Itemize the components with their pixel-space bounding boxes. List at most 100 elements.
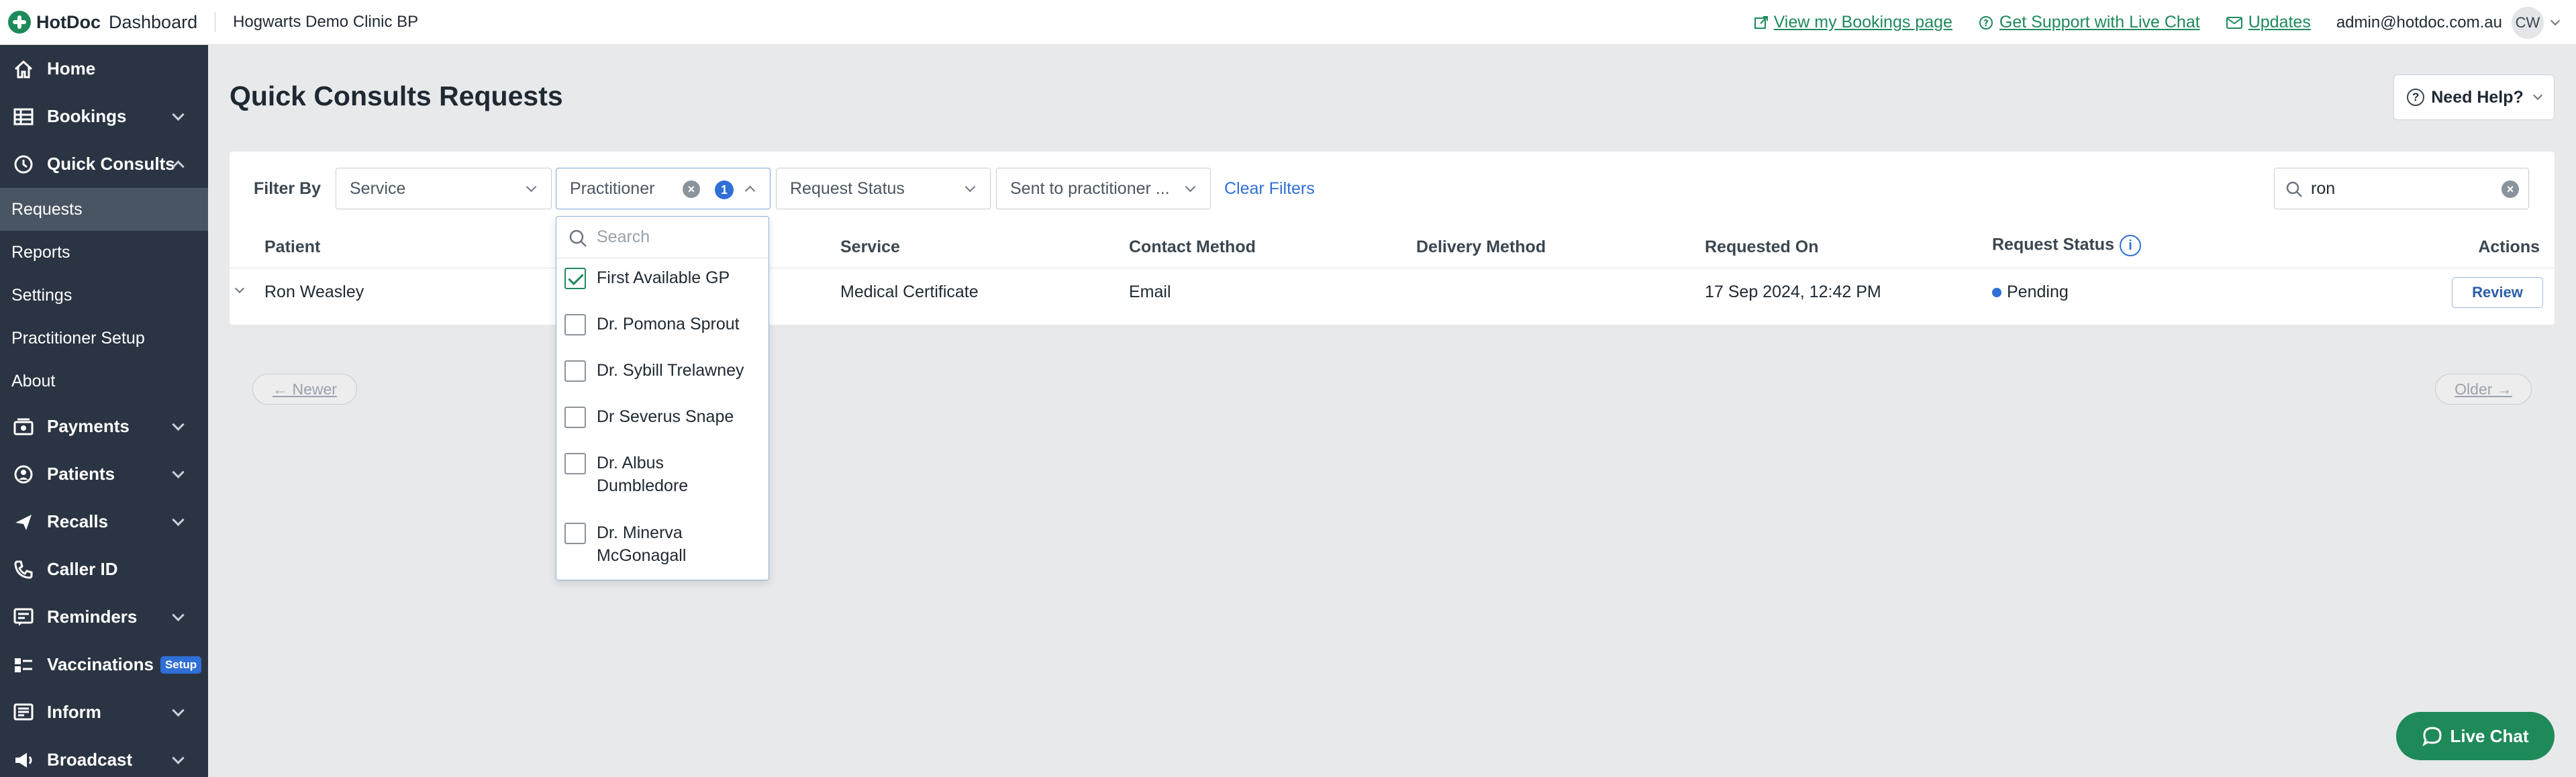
practitioner-option[interactable]: Dr. Sybill Trelawney: [556, 359, 769, 382]
chevron-down-icon: [172, 108, 185, 121]
chevron-up-icon: [744, 185, 756, 197]
column-header-service: Service: [840, 238, 900, 256]
column-header-requested-on: Requested On: [1705, 238, 1819, 256]
checkbox[interactable]: [564, 523, 586, 544]
quick-consults-icon: [12, 153, 35, 176]
sidebar-item-recalls[interactable]: Recalls: [0, 498, 208, 546]
selected-count-badge: 1: [715, 180, 734, 199]
newer-page-button[interactable]: ← Newer: [252, 374, 357, 405]
checkbox-checked[interactable]: [564, 268, 586, 289]
column-header-delivery-method: Delivery Method: [1416, 238, 1546, 256]
sidebar-item-label: Bookings: [47, 106, 127, 126]
practitioner-option[interactable]: Dr. Minerva McGonagall: [556, 521, 704, 567]
chevron-down-icon: [172, 752, 185, 764]
sidebar-subitem-practitioner-setup[interactable]: Practitioner Setup: [0, 317, 208, 360]
clear-selection-icon[interactable]: ×: [683, 180, 700, 198]
sidebar-item-quick-consults[interactable]: Quick Consults: [0, 140, 208, 188]
live-chat-support-link[interactable]: ? Get Support with Live Chat: [1978, 13, 2200, 32]
sidebar-item-vaccinations[interactable]: Vaccinations Setup: [0, 641, 208, 688]
option-label: Dr Severus Snape: [597, 407, 734, 426]
help-icon: ?: [2407, 89, 2425, 106]
updates-link[interactable]: Updates: [2226, 13, 2311, 32]
chevron-down-icon: [172, 418, 185, 431]
clear-search-icon[interactable]: ×: [2501, 180, 2519, 198]
sidebar-item-reminders[interactable]: Reminders: [0, 593, 208, 641]
practitioner-option[interactable]: Dr. Pomona Sprout: [556, 313, 769, 335]
column-header-patient: Patient: [264, 238, 321, 256]
service-filter-value: Service: [350, 178, 406, 198]
account-chevron-down-icon[interactable]: [2550, 15, 2561, 25]
info-icon[interactable]: i: [2119, 235, 2141, 256]
page-title: Quick Consults Requests: [230, 81, 563, 111]
checkbox[interactable]: [564, 407, 586, 428]
sidebar-item-label: Inform: [47, 702, 101, 722]
request-status-header-label: Request Status: [1992, 235, 2114, 254]
review-button[interactable]: Review: [2452, 277, 2543, 308]
sidebar-subitem-settings[interactable]: Settings: [0, 274, 208, 317]
sidebar-item-inform[interactable]: Inform: [0, 688, 208, 736]
payments-icon: [12, 415, 35, 438]
brand[interactable]: HotDoc Dashboard: [8, 11, 197, 34]
sidebar-subitem-reports[interactable]: Reports: [0, 231, 208, 274]
checkbox[interactable]: [564, 360, 586, 382]
search-input[interactable]: ron ×: [2274, 168, 2529, 209]
live-chat-support-label: Get Support with Live Chat: [1999, 13, 2200, 32]
live-chat-button[interactable]: Live Chat: [2396, 712, 2555, 760]
sidebar-item-caller-id[interactable]: Caller ID: [0, 546, 208, 593]
option-label: First Available GP: [597, 268, 730, 287]
practitioner-option[interactable]: First Available GP: [556, 266, 769, 289]
practitioner-option[interactable]: Dr Severus Snape: [556, 405, 769, 428]
request-status-filter[interactable]: Request Status: [776, 168, 991, 209]
mail-icon: [2226, 16, 2242, 29]
practitioner-dropdown: Search First Available GP Dr. Pomona Spr…: [556, 216, 769, 580]
expand-row-chevron-icon[interactable]: [234, 283, 245, 294]
request-status-cell: Pending: [1992, 282, 2069, 302]
need-help-button[interactable]: ? Need Help?: [2393, 74, 2555, 120]
admin-email: admin@hotdoc.com.au: [2336, 13, 2502, 32]
chevron-down-icon: [172, 609, 185, 621]
older-page-button[interactable]: Older →: [2435, 374, 2532, 405]
sidebar-item-label: Vaccinations: [47, 654, 154, 674]
avatar[interactable]: CW: [2512, 6, 2544, 39]
chevron-down-icon: [172, 704, 185, 717]
sidebar-subitem-requests[interactable]: Requests: [0, 188, 208, 231]
sidebar-item-label: Recalls: [47, 511, 109, 531]
sent-to-practitioner-filter[interactable]: Sent to practitioner ...: [996, 168, 1211, 209]
column-header-actions: Actions: [2478, 238, 2540, 256]
sidebar-item-payments[interactable]: Payments: [0, 403, 208, 450]
chevron-down-icon: [1185, 181, 1196, 193]
brand-sub: Dashboard: [109, 11, 198, 32]
svg-text:?: ?: [1983, 19, 1989, 29]
service-filter[interactable]: Service: [336, 168, 552, 209]
checkbox[interactable]: [564, 453, 586, 474]
chevron-down-icon: [2532, 90, 2542, 101]
service-cell: Medical Certificate: [840, 282, 979, 301]
practitioner-option[interactable]: Dr. Albus Dumbledore: [556, 452, 704, 497]
option-label: Dr. Pomona Sprout: [597, 315, 740, 333]
sidebar-item-patients[interactable]: Patients: [0, 450, 208, 498]
patient-cell: Ron Weasley: [264, 282, 364, 301]
contact-method-cell: Email: [1129, 282, 1171, 301]
dropdown-search-input[interactable]: Search: [556, 217, 769, 258]
option-label: Dr. Sybill Trelawney: [597, 361, 744, 380]
practitioner-filter-value: Practitioner: [570, 178, 655, 198]
view-bookings-link[interactable]: View my Bookings page: [1754, 13, 1952, 32]
phone-icon: [12, 558, 35, 581]
sidebar-subitem-about[interactable]: About: [0, 360, 208, 403]
sidebar-item-broadcast[interactable]: Broadcast: [0, 736, 208, 777]
chat-icon: ?: [1979, 15, 1993, 30]
sidebar-item-label: Reminders: [47, 607, 138, 627]
checkbox[interactable]: [564, 314, 586, 335]
sidebar-item-label: Broadcast: [47, 749, 133, 770]
sidebar-item-bookings[interactable]: Bookings: [0, 93, 208, 140]
column-header-contact-method: Contact Method: [1129, 238, 1256, 256]
search-icon: [2286, 181, 2302, 197]
sidebar-item-home[interactable]: Home: [0, 45, 208, 93]
sidebar: Home Bookings Quick Consults Requests Re…: [0, 45, 208, 777]
clinic-name: Hogwarts Demo Clinic BP: [233, 13, 419, 31]
clear-filters-link[interactable]: Clear Filters: [1224, 179, 1315, 199]
column-header-request-status: Request Status i: [1992, 235, 2141, 256]
dropdown-search-placeholder: Search: [597, 227, 650, 246]
practitioner-filter[interactable]: Practitioner × 1: [556, 168, 771, 209]
option-label: Dr. Minerva McGonagall: [597, 523, 687, 565]
